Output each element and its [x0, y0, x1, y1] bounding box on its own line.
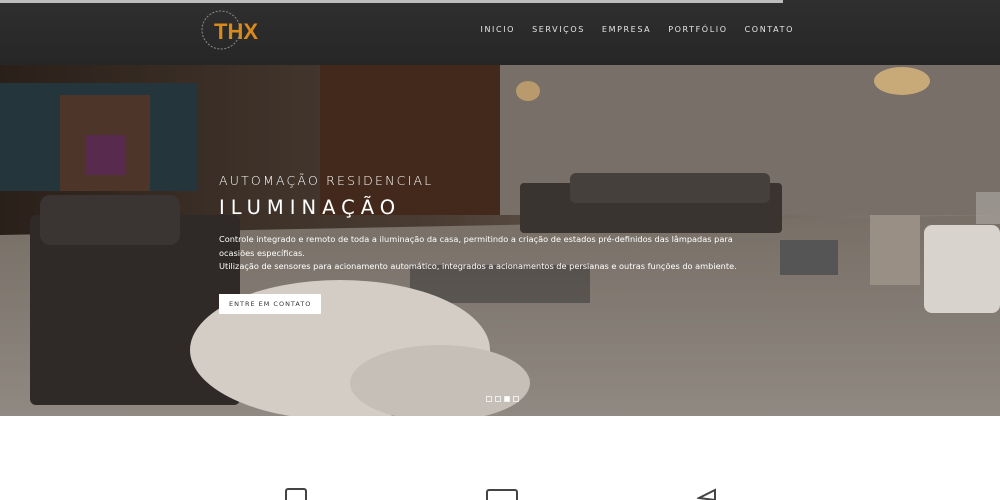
nav-inicio[interactable]: INICIO: [481, 25, 516, 34]
hero-slider: AUTOMAÇÃO RESIDENCIAL ILUMINAÇÃO Control…: [0, 65, 1000, 416]
main-nav: INICIO SERVIÇOS EMPRESA PORTFÓLIO CONTAT…: [481, 25, 794, 34]
site-header: THX INICIO SERVIÇOS EMPRESA PORTFÓLIO CO…: [0, 0, 1000, 65]
logo-text: THX: [214, 19, 258, 44]
page-load-bar: [0, 0, 783, 3]
contact-button[interactable]: ENTRE EM CONTATO: [219, 293, 322, 314]
hero-eyebrow: AUTOMAÇÃO RESIDENCIAL: [219, 173, 434, 188]
smartphone-icon: [285, 488, 307, 500]
slider-dot-4[interactable]: [513, 396, 519, 402]
nav-portfolio[interactable]: PORTFÓLIO: [668, 25, 727, 34]
nav-empresa[interactable]: EMPRESA: [602, 25, 651, 34]
hero-title: ILUMINAÇÃO: [219, 196, 402, 219]
slider-dots: [486, 396, 519, 402]
thx-logo[interactable]: THX: [198, 6, 258, 54]
slider-dot-1[interactable]: [486, 396, 492, 402]
monitor-icon: [486, 489, 518, 500]
hero-caption: AUTOMAÇÃO RESIDENCIAL ILUMINAÇÃO Control…: [219, 173, 739, 314]
nav-servicos[interactable]: SERVIÇOS: [532, 25, 585, 34]
hero-desc-line-2: Utilização de sensores para acionamento …: [219, 261, 737, 271]
hero-desc-line-1: Controle integrado e remoto de toda a il…: [219, 234, 733, 258]
slider-next-arrow[interactable]: [976, 192, 1000, 224]
slider-dot-3[interactable]: [504, 396, 510, 402]
nav-contato[interactable]: CONTATO: [745, 25, 794, 34]
slider-dot-2[interactable]: [495, 396, 501, 402]
hero-description: Controle integrado e remoto de toda a il…: [219, 233, 739, 274]
speaker-icon: [697, 488, 716, 500]
